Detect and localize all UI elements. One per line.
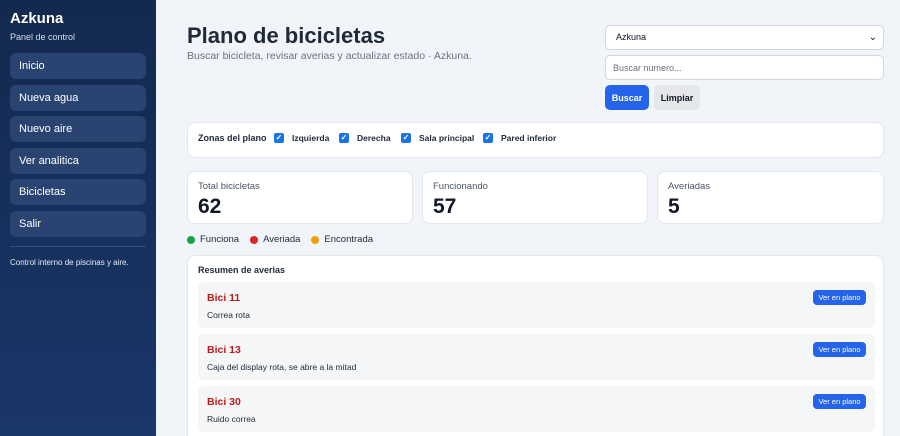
green-dot-icon xyxy=(187,235,195,244)
tenant-select-value: Azkuna xyxy=(616,32,647,42)
search-input[interactable] xyxy=(605,55,884,80)
fault-item: Bici 13 Caja del display rota, se abre a… xyxy=(198,334,875,380)
stat-label: Funcionando xyxy=(433,181,488,192)
zone-sala-principal[interactable]: ✓ Sala principal xyxy=(401,133,474,143)
sidebar-item-nueva-agua[interactable]: Nueva agua xyxy=(10,84,146,111)
checkbox-checked-icon[interactable]: ✓ xyxy=(274,133,284,143)
legend-label: Encontrada xyxy=(324,234,374,245)
sidebar: Azkuna Panel de control Inicio Nueva agu… xyxy=(0,0,156,436)
sidebar-item-bicicletas[interactable]: Bicicletas xyxy=(10,179,146,205)
sidebar-item-nuevo-aire[interactable]: Nuevo aire xyxy=(10,116,146,142)
search-button[interactable]: Buscar xyxy=(605,85,649,110)
stat-value: 5 xyxy=(668,195,680,218)
sidebar-footer-text: Control interno de piscinas y aire. xyxy=(10,245,146,267)
checkbox-checked-icon[interactable]: ✓ xyxy=(483,133,493,143)
fault-title: Bici 30 xyxy=(207,396,241,408)
zone-derecha[interactable]: ✓ Derecha xyxy=(339,133,391,143)
red-dot-icon xyxy=(250,235,259,244)
stat-card-funcionando: Funcionando 57 xyxy=(422,171,648,224)
zone-pared-inferior[interactable]: ✓ Pared inferior xyxy=(483,133,556,143)
legend-item-averiada: Averiada xyxy=(250,234,300,245)
legend-label: Averiada xyxy=(263,234,301,245)
tenant-select[interactable]: Azkuna ⌄ xyxy=(605,25,884,50)
main-content: Plano de bicicletas Buscar bicicleta, re… xyxy=(156,0,900,436)
zones-panel: Zonas del plano ✓ Izquierda ✓ Derecha ✓ … xyxy=(187,122,884,158)
stat-value: 62 xyxy=(198,195,222,218)
fault-description: Correa rota xyxy=(207,310,250,320)
orange-dot-icon xyxy=(311,235,320,244)
legend-item-funciona: Funciona xyxy=(187,234,239,245)
checkbox-checked-icon[interactable]: ✓ xyxy=(339,133,349,143)
fault-title: Bici 11 xyxy=(207,292,241,304)
sidebar-item-ver-analitica[interactable]: Ver analitica xyxy=(10,147,146,174)
zone-label: Pared inferior xyxy=(501,133,557,143)
page-subtitle: Buscar bicicleta, revisar averias y actu… xyxy=(187,50,472,62)
status-legend: Funciona Averiada Encontrada xyxy=(187,234,384,245)
clear-button[interactable]: Limpiar xyxy=(654,85,700,110)
zone-label: Sala principal xyxy=(419,133,475,143)
fault-title: Bici 13 xyxy=(207,344,241,356)
stat-card-averiadas: Averiadas 5 xyxy=(657,171,884,224)
fault-item: Bici 11 Correa rota Ver en plano xyxy=(198,282,875,328)
fault-item: Bici 30 Ruido correa Ver en plano xyxy=(198,386,875,432)
legend-label: Funciona xyxy=(200,234,240,245)
zone-label: Izquierda xyxy=(292,133,330,143)
view-on-map-button[interactable]: Ver en plano xyxy=(813,342,866,357)
faults-summary: Resumen de averias Bici 11 Correa rota V… xyxy=(187,255,884,436)
stat-card-total: Total bicicletas 62 xyxy=(187,171,413,224)
sidebar-item-salir[interactable]: Salir xyxy=(10,210,146,237)
view-on-map-button[interactable]: Ver en plano xyxy=(813,290,866,305)
summary-title: Resumen de averias xyxy=(198,265,286,275)
view-on-map-button[interactable]: Ver en plano xyxy=(813,394,866,409)
zones-label: Zonas del plano xyxy=(198,133,267,143)
stat-label: Total bicicletas xyxy=(198,181,260,192)
page-title: Plano de bicicletas xyxy=(187,23,386,48)
stat-label: Averiadas xyxy=(668,181,711,192)
stat-value: 57 xyxy=(433,195,457,218)
zone-izquierda[interactable]: ✓ Izquierda xyxy=(274,133,329,143)
fault-description: Ruido correa xyxy=(207,414,256,424)
sidebar-item-inicio[interactable]: Inicio xyxy=(10,53,146,79)
fault-description: Caja del display rota, se abre a la mita… xyxy=(207,362,357,372)
zone-label: Derecha xyxy=(357,133,391,143)
legend-item-encontrada: Encontrada xyxy=(311,234,373,245)
brand-name: Azkuna xyxy=(10,10,64,27)
brand-subtitle: Panel de control xyxy=(10,32,76,42)
chevron-down-icon: ⌄ xyxy=(868,32,877,43)
checkbox-checked-icon[interactable]: ✓ xyxy=(401,133,411,143)
